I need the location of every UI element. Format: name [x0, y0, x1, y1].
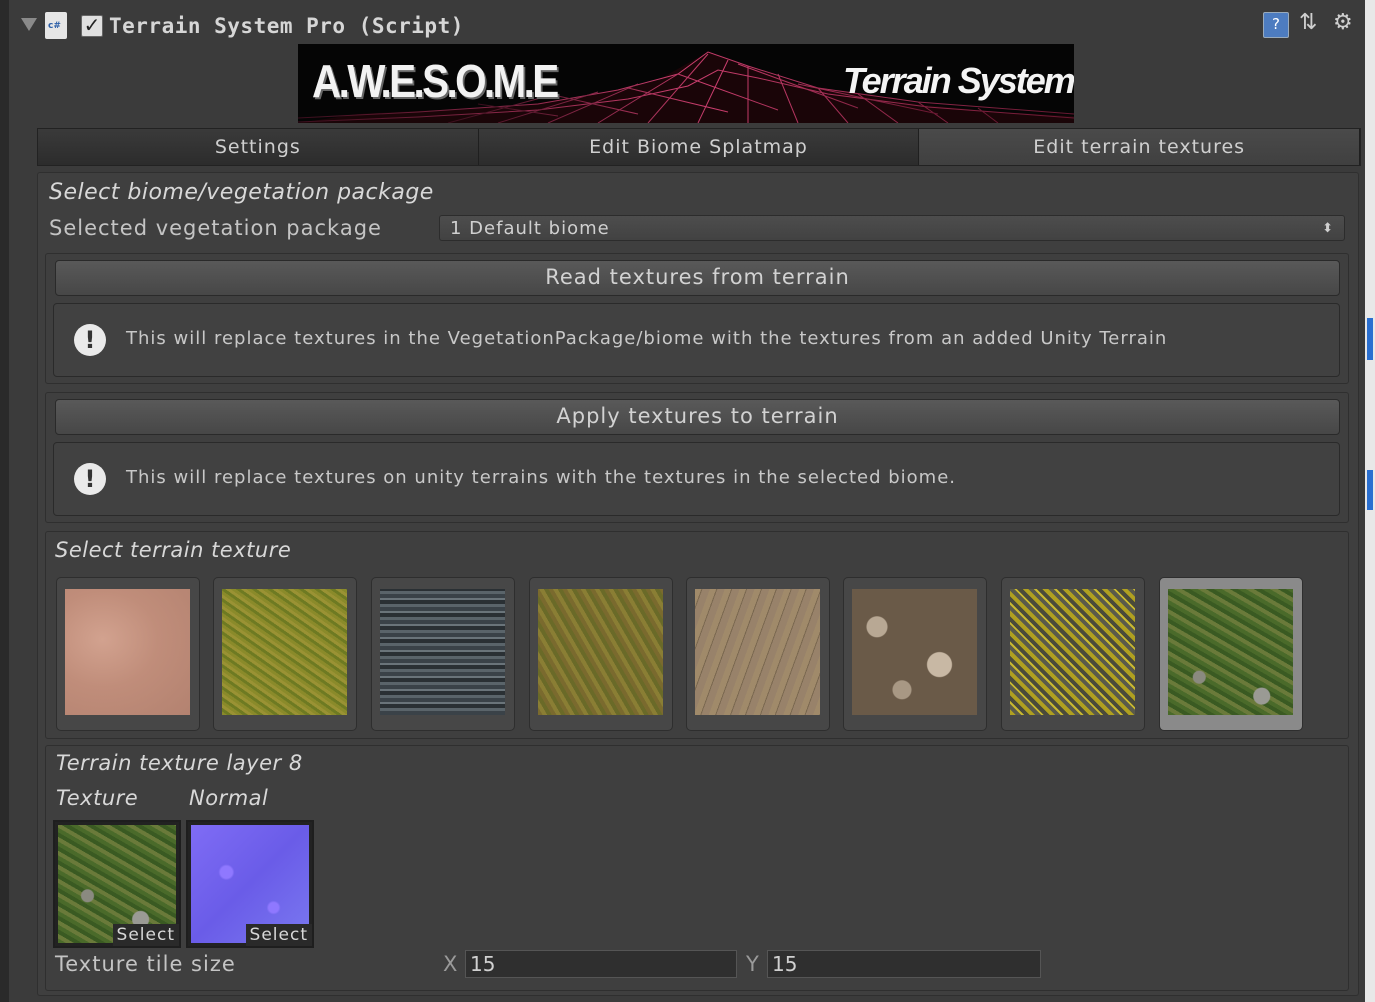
- scrollbar[interactable]: [1365, 0, 1375, 1002]
- component-header: c# ✓ Terrain System Pro (Script) ? ⇅ ⚙: [9, 6, 1365, 46]
- texture-thumb-1[interactable]: [56, 577, 200, 731]
- dirt-grass-texture-image: [538, 589, 663, 715]
- scrollbar-marker: [1367, 470, 1373, 510]
- left-edge: [0, 0, 9, 1002]
- read-textures-helpbox: ! This will replace textures in the Vege…: [53, 303, 1340, 377]
- texture-slot[interactable]: Select: [53, 820, 181, 948]
- apply-textures-helpbox: ! This will replace textures on unity te…: [53, 442, 1340, 516]
- texture-column-label: Texture: [56, 786, 139, 810]
- tab-edit-biome-splatmap[interactable]: Edit Biome Splatmap: [478, 129, 920, 165]
- tile-size-x-label: X: [443, 952, 458, 976]
- component-title: Terrain System Pro (Script): [109, 14, 464, 38]
- tile-size-y-label: Y: [746, 952, 759, 976]
- awesome-banner: A.W.E.S.O.M.E Terrain System: [298, 44, 1074, 123]
- texture-thumb-2[interactable]: [213, 577, 357, 731]
- component-panel: c# ✓ Terrain System Pro (Script) ? ⇅ ⚙ A…: [9, 0, 1365, 1002]
- cracked-earth-texture-image: [695, 589, 820, 715]
- vegetation-package-label: Selected vegetation package: [49, 216, 382, 240]
- apply-textures-help-text: This will replace textures on unity terr…: [126, 467, 956, 488]
- read-textures-help-text: This will replace textures in the Vegeta…: [126, 328, 1168, 349]
- texture-thumb-6[interactable]: [843, 577, 987, 731]
- info-icon: !: [74, 324, 106, 356]
- tab-edit-terrain-textures[interactable]: Edit terrain textures: [919, 129, 1361, 165]
- dropdown-arrows-icon: ⬍: [1322, 221, 1334, 236]
- help-icon[interactable]: ?: [1263, 12, 1289, 38]
- presets-icon[interactable]: ⇅: [1299, 12, 1323, 36]
- vegetation-package-dropdown[interactable]: 1 Default biome ⬍: [439, 215, 1345, 241]
- csharp-script-icon: c#: [45, 12, 67, 39]
- normal-slot[interactable]: Select: [186, 820, 314, 948]
- grass-texture-image: [222, 589, 347, 715]
- moss-rock-texture-image: [1010, 589, 1135, 715]
- tile-size-label: Texture tile size: [55, 952, 236, 976]
- grass-rock-texture-image: [1168, 589, 1293, 715]
- texture-select-title: Select terrain texture: [55, 538, 292, 562]
- banner-subtitle: Terrain System: [843, 60, 1074, 101]
- dropdown-value: 1 Default biome: [450, 218, 610, 239]
- tab-settings[interactable]: Settings: [38, 129, 479, 165]
- texture-thumb-4[interactable]: [529, 577, 673, 731]
- tile-size-y-input[interactable]: 15: [767, 950, 1041, 978]
- apply-textures-button[interactable]: Apply textures to terrain: [55, 399, 1340, 435]
- inspector-frame: c# ✓ Terrain System Pro (Script) ? ⇅ ⚙ A…: [0, 0, 1375, 1002]
- texture-thumb-8[interactable]: [1159, 577, 1303, 731]
- rock-texture-image: [380, 589, 505, 715]
- tile-size-x-input[interactable]: 15: [465, 950, 737, 978]
- texture-select-button[interactable]: Select: [112, 924, 179, 946]
- tab-bar: Settings Edit Biome Splatmap Edit terrai…: [37, 128, 1361, 166]
- info-icon: !: [74, 463, 106, 495]
- banner-logo-text: A.W.E.S.O.M.E: [312, 55, 559, 107]
- foldout-arrow-icon[interactable]: [21, 18, 37, 31]
- gear-icon[interactable]: ⚙: [1333, 12, 1357, 36]
- biome-section-title: Select biome/vegetation package: [49, 180, 434, 205]
- scrollbar-marker: [1367, 318, 1373, 360]
- normal-column-label: Normal: [189, 786, 269, 810]
- pebbles-texture-image: [852, 589, 977, 715]
- texture-layer-title: Terrain texture layer 8: [56, 751, 303, 775]
- sand-texture-image: [65, 589, 190, 715]
- component-enabled-checkbox[interactable]: ✓: [81, 15, 103, 37]
- texture-thumb-5[interactable]: [686, 577, 830, 731]
- texture-thumb-3[interactable]: [371, 577, 515, 731]
- normal-select-button[interactable]: Select: [245, 924, 312, 946]
- read-textures-button[interactable]: Read textures from terrain: [55, 260, 1340, 296]
- texture-thumb-7[interactable]: [1001, 577, 1145, 731]
